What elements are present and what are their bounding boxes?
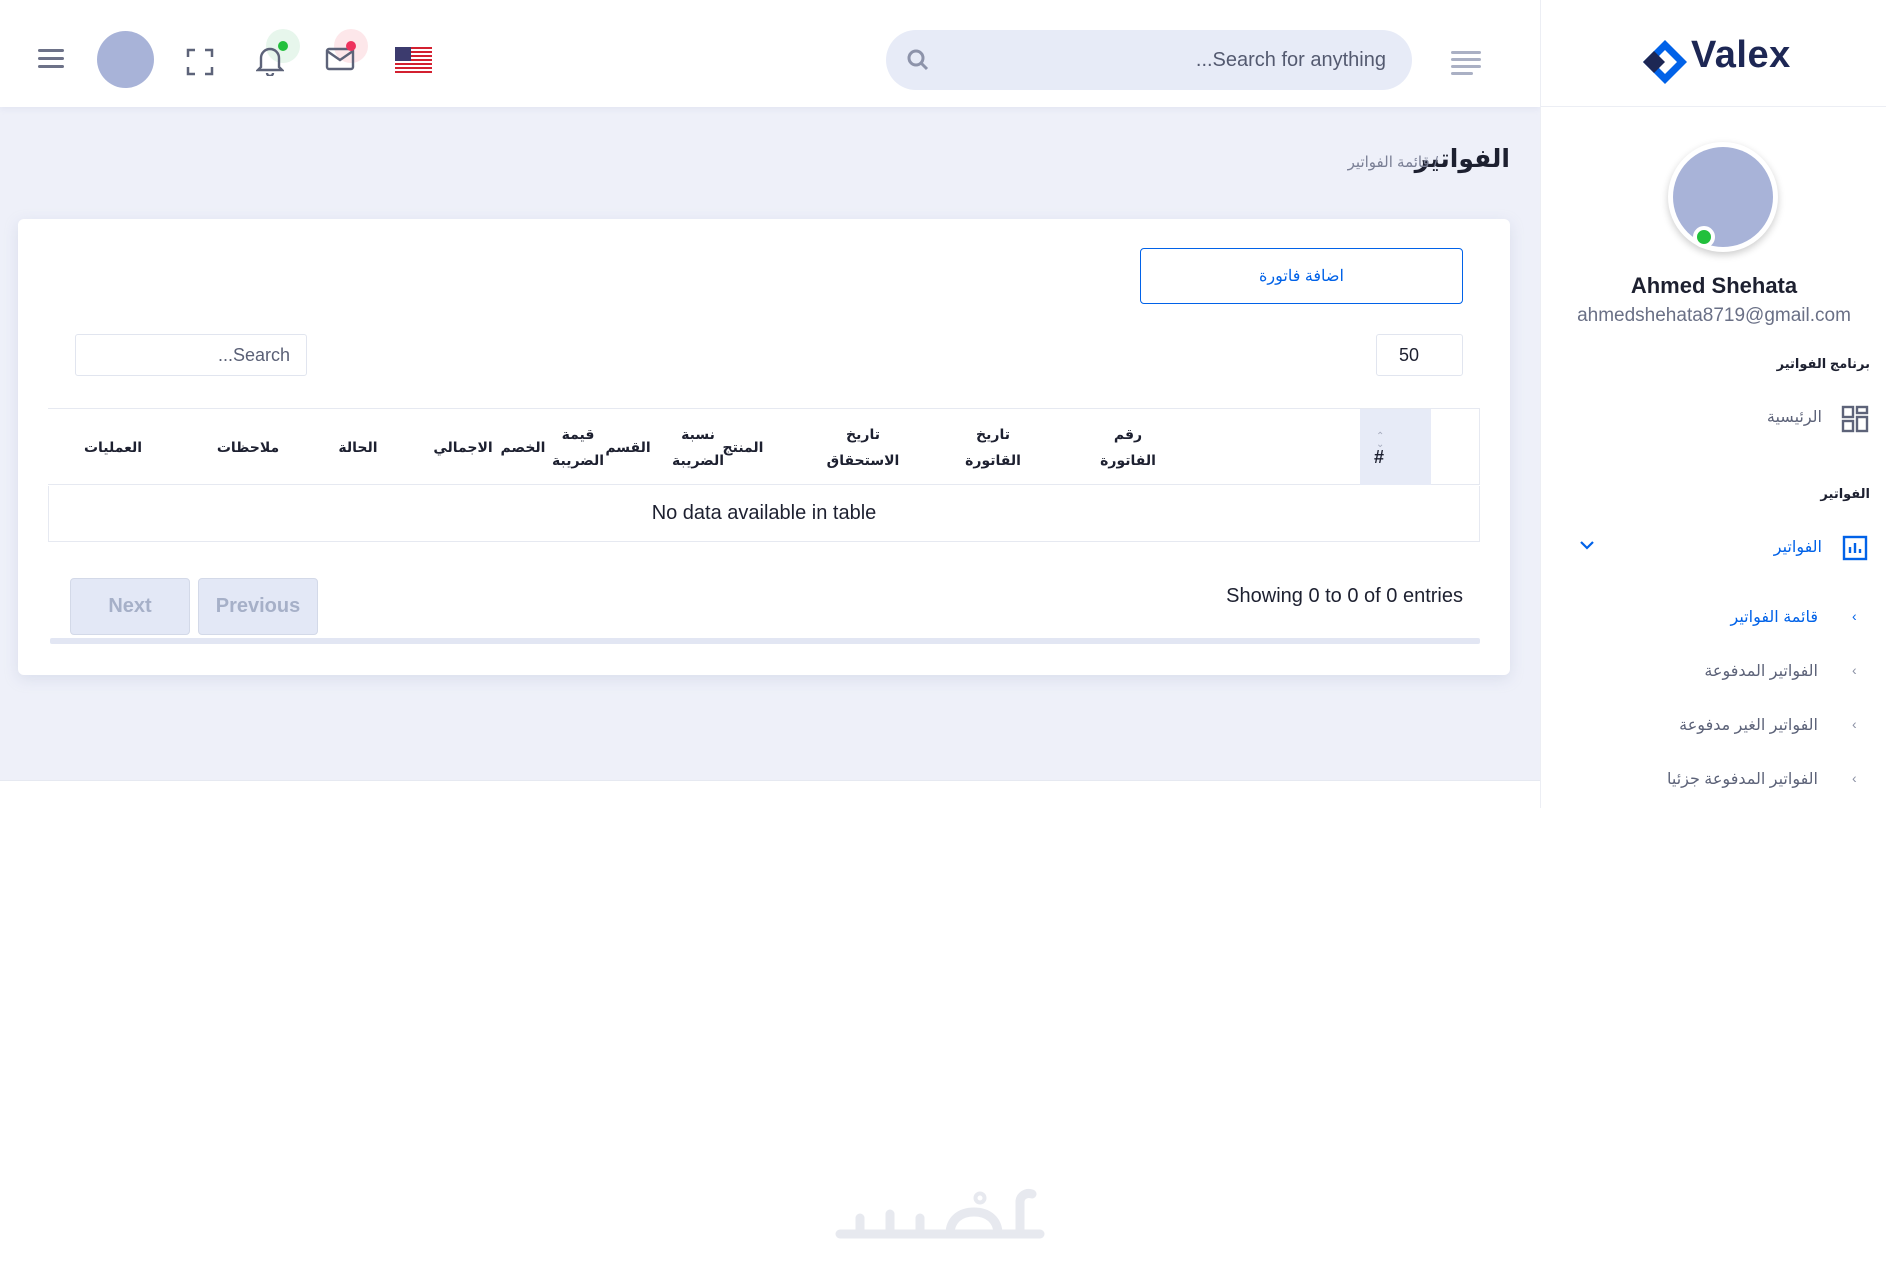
bar-chart-icon <box>1842 535 1868 566</box>
th-invoice-date[interactable]: تاريخ القاتورة <box>933 409 1053 485</box>
page-length-select[interactable]: 50 <box>1376 334 1463 376</box>
sidebar-subitem-partially-paid[interactable]: الفواتير المدفوعة جزئيا <box>1667 769 1818 789</box>
horizontal-scrollbar[interactable] <box>50 638 1480 644</box>
online-status-dot <box>1693 226 1715 248</box>
th-row-number[interactable]: ⌃ ⌄ # <box>1360 409 1431 485</box>
sidebar-subitem-paid[interactable]: الفواتير المدفوعة <box>1704 661 1818 681</box>
th-notes[interactable]: ملاحظات <box>193 409 303 485</box>
table-empty-row: No data available in table <box>48 486 1480 542</box>
table-info: Showing 0 to 0 of 0 entries <box>1226 585 1463 607</box>
logo-area: Valex <box>1541 0 1886 107</box>
top-header <box>0 0 1540 107</box>
us-flag-icon[interactable] <box>395 47 432 78</box>
th-status[interactable]: الحالة <box>303 409 413 485</box>
user-email: ahmedshehata8719@gmail.com <box>1577 305 1851 326</box>
global-search <box>886 30 1412 90</box>
sidebar-category-invoices: الفواتير <box>1820 486 1870 501</box>
th-due-date[interactable]: تاريخ الاستحقاق <box>798 409 928 485</box>
avatar[interactable] <box>97 31 154 88</box>
th-total[interactable]: الاجمالي <box>408 409 518 485</box>
brand-name[interactable]: Valex <box>1691 34 1791 77</box>
table-search-input[interactable] <box>75 334 307 376</box>
sidebar-subitem-invoice-list[interactable]: قائمة الفواتير <box>1731 607 1818 627</box>
sidebar-item-invoices[interactable]: الفواتير <box>1774 537 1822 557</box>
chevron-left-icon: ‹ <box>1852 662 1857 678</box>
next-page-button[interactable]: Next <box>70 578 190 635</box>
mail-icon[interactable] <box>325 47 355 76</box>
add-invoice-button[interactable]: اضافة فاتورة <box>1140 248 1463 304</box>
table-header-row: رقم الفاتورة تاريخ القاتورة تاريخ الاستحقاق… <box>48 409 1480 485</box>
user-name: Ahmed Shehata <box>1630 273 1798 298</box>
footer-divider <box>0 780 1540 781</box>
watermark-logo <box>830 1188 1056 1253</box>
mail-dot <box>346 41 356 51</box>
sidebar-item-home[interactable]: الرئيسية <box>1767 407 1822 427</box>
logo-icon[interactable] <box>1641 38 1689 91</box>
th-tax-value[interactable]: قيمة الضريبة <box>523 409 633 485</box>
previous-page-button[interactable]: Previous <box>198 578 318 635</box>
sidebar-category-main: برنامج الفواتير <box>1776 356 1870 371</box>
menu-icon[interactable] <box>38 49 64 73</box>
notification-dot <box>278 41 288 51</box>
search-icon[interactable] <box>906 48 930 77</box>
th-invoice-number[interactable]: رقم الفاتورة <box>1058 409 1198 485</box>
th-tax-rate[interactable]: نسبة الضريبة <box>643 409 753 485</box>
profile-avatar[interactable] <box>1673 147 1773 247</box>
global-search-input[interactable] <box>946 30 1386 90</box>
chevron-down-icon[interactable] <box>1579 537 1595 555</box>
chevron-left-icon: ‹ <box>1852 716 1857 732</box>
align-right-icon[interactable] <box>1451 51 1481 79</box>
breadcrumb[interactable]: / قائمة الفواتير <box>1348 153 1438 171</box>
dashboard-icon <box>1841 405 1869 438</box>
th-actions[interactable]: العمليات <box>48 409 178 485</box>
sidebar: Valex Ahmed Shehata ahmedshehata8719@gma… <box>1540 0 1886 808</box>
chevron-left-icon: ‹ <box>1852 770 1857 786</box>
sidebar-subitem-unpaid[interactable]: الفواتير الغير مدفوعة <box>1679 715 1818 735</box>
chevron-left-icon: ‹ <box>1852 608 1857 624</box>
fullscreen-icon[interactable] <box>186 48 214 81</box>
